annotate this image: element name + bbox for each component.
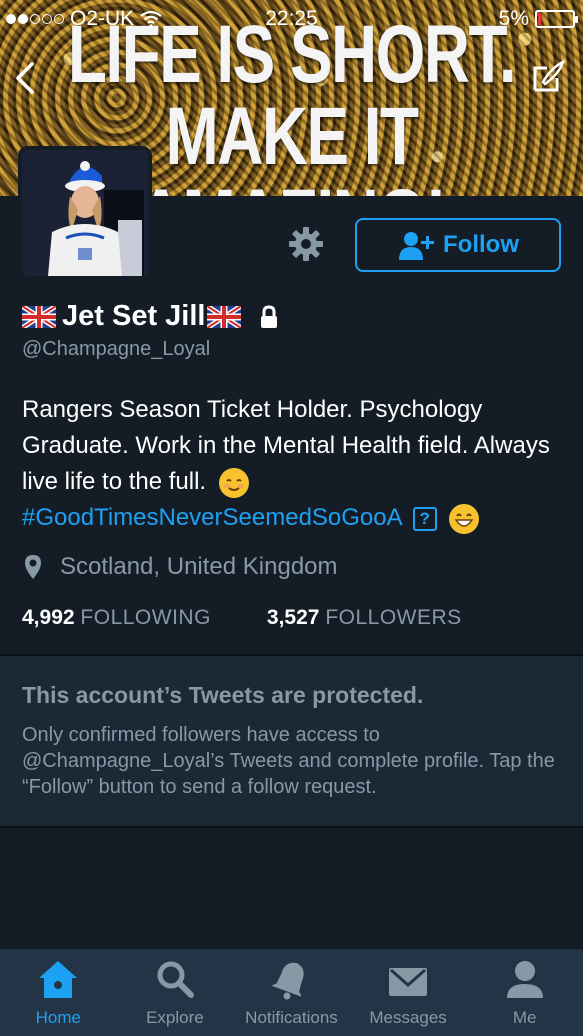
following-count: 4,992 <box>22 606 75 629</box>
bottom-tab-bar: Home Explore Notifications Messages Me <box>0 948 583 1036</box>
profile-photo <box>22 150 148 276</box>
bell-icon <box>272 962 305 1000</box>
location-pin-icon <box>25 555 41 579</box>
protected-title: This account’s Tweets are protected. <box>22 682 424 708</box>
clock: 22:25 <box>265 7 318 30</box>
battery-percent: 5% <box>498 7 529 30</box>
tab-home-label: Home <box>35 1008 81 1027</box>
followers-label: FOLLOWERS <box>325 606 462 629</box>
follow-label: Follow <box>443 231 519 258</box>
tab-me-label: Me <box>512 1008 537 1027</box>
avatar[interactable] <box>18 146 152 280</box>
home-icon <box>39 961 78 998</box>
uk-flag-icon <box>22 305 56 328</box>
unknown-character-icon: ? <box>412 506 437 531</box>
gear-icon[interactable] <box>288 226 324 262</box>
follow-stats: 4,992 FOLLOWING 3,527 FOLLOWERS <box>22 606 462 630</box>
status-bar: O2-UK 22:25 5% <box>0 0 583 40</box>
tab-explore[interactable]: Explore <box>117 949 234 1036</box>
compose-tweet-icon[interactable] <box>531 58 567 94</box>
grinning-face-emoji-icon <box>449 503 480 534</box>
bio-text: Rangers Season Ticket Holder. Psychology… <box>22 396 550 495</box>
follow-button[interactable]: Follow <box>355 218 561 272</box>
envelope-icon <box>389 968 428 996</box>
followers-stat[interactable]: 3,527 FOLLOWERS <box>267 606 462 630</box>
protected-notice: This account’s Tweets are protected. Onl… <box>0 656 583 828</box>
tab-explore-label: Explore <box>146 1008 204 1027</box>
protected-body: Only confirmed followers have access to … <box>22 724 555 798</box>
person-icon <box>506 961 543 998</box>
bio: Rangers Season Ticket Holder. Psychology… <box>22 392 562 536</box>
tab-messages-label: Messages <box>369 1008 447 1027</box>
tab-notifications-label: Notifications <box>245 1008 338 1027</box>
relieved-face-emoji-icon <box>218 467 249 498</box>
username-handle: @Champagne_Loyal <box>22 338 211 360</box>
tab-notifications[interactable]: Notifications <box>233 949 350 1036</box>
add-user-icon <box>399 232 434 260</box>
tab-me[interactable]: Me <box>466 949 583 1036</box>
tab-messages[interactable]: Messages <box>350 949 467 1036</box>
lock-icon <box>261 304 278 328</box>
display-name: Jet Set Jill <box>62 300 206 332</box>
tab-home[interactable]: Home <box>0 949 117 1036</box>
display-name-row: Jet Set Jill <box>22 300 279 333</box>
uk-flag-icon <box>207 305 242 328</box>
empty-timeline-area <box>0 828 583 948</box>
location-text: Scotland, United Kingdom <box>60 553 338 580</box>
following-label: FOLLOWING <box>80 606 211 629</box>
followers-count: 3,527 <box>266 606 320 629</box>
hashtag-link[interactable]: #GoodTimesNeverSeemedSoGooA <box>22 504 403 531</box>
following-stat[interactable]: 4,992 FOLLOWING <box>22 606 211 630</box>
battery-status: 5% <box>498 7 578 31</box>
search-icon <box>157 961 194 998</box>
location-row: Scotland, United Kingdom <box>24 553 338 581</box>
back-chevron-icon[interactable] <box>12 60 38 96</box>
battery-icon <box>535 10 578 28</box>
